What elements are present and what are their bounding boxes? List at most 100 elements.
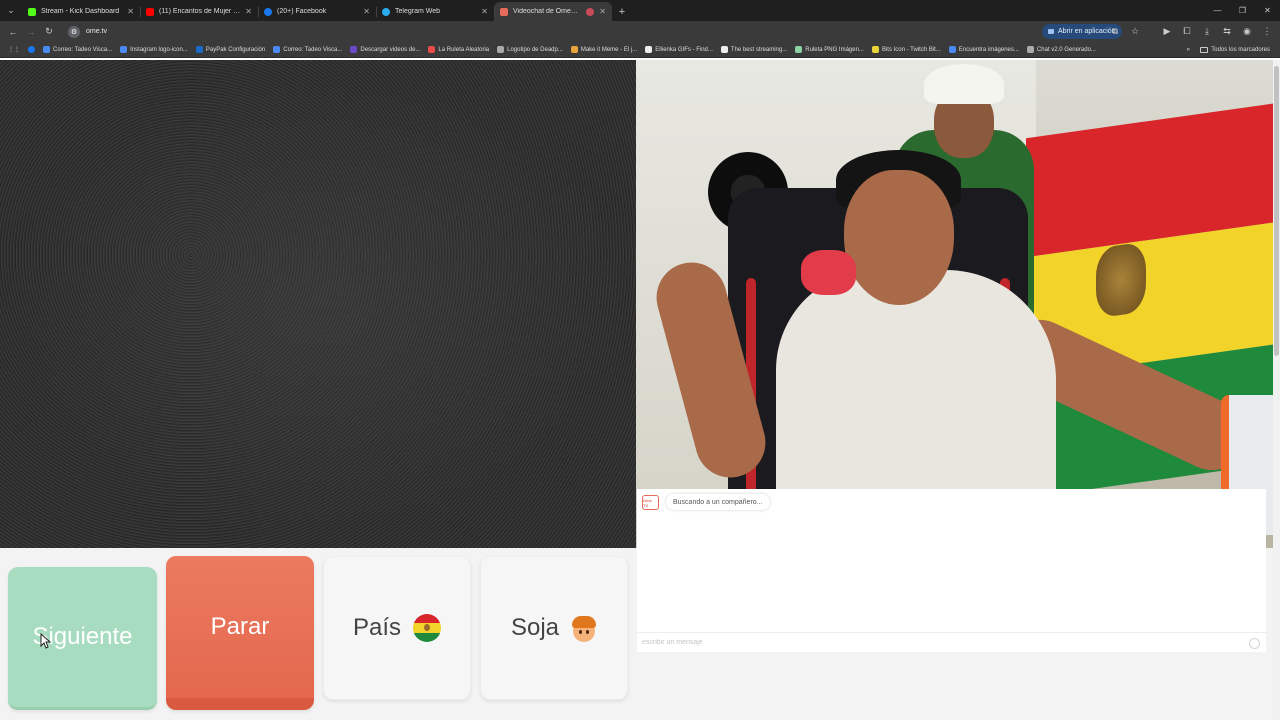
bookmark-favicon <box>948 46 956 53</box>
gender-button[interactable]: Soja <box>480 556 628 700</box>
address-bar[interactable]: ⚙ ome.tv <box>64 23 1090 40</box>
bookmark-label: Bits Icon - Twitch Bit... <box>881 46 941 53</box>
close-tab-icon[interactable]: ✕ <box>363 7 370 16</box>
bookmark-item[interactable]: Instagram logo-icon... <box>116 43 192 57</box>
tab-search-icon[interactable]: ⌄ <box>0 0 22 21</box>
bookmark-item[interactable]: Descargar videos de... <box>346 43 424 57</box>
close-window-icon[interactable]: ✕ <box>1255 0 1280 21</box>
bookmark-item[interactable]: Correo: Tadeo Visca... <box>39 43 116 57</box>
bookmark-label: The best streaming... <box>730 46 788 53</box>
stop-button[interactable]: Parar <box>166 556 314 710</box>
bookmark-label: Ruleta PNG Imágen... <box>805 46 864 53</box>
bookmark-favicon <box>1026 46 1034 53</box>
bookmarks-bar: ⋮⋮ Correo: Tadeo Visca... Instagram logo… <box>0 42 1280 58</box>
close-tab-icon[interactable]: ✕ <box>127 7 134 16</box>
bookmark-item[interactable]: The best streaming... <box>717 43 791 57</box>
media-icon[interactable] <box>1146 23 1156 40</box>
bookmark-label: Descargar videos de... <box>360 46 421 53</box>
bookmark-item[interactable]: Logotipo de Deadp... <box>493 43 567 57</box>
scrollbar-thumb[interactable] <box>1274 66 1279 356</box>
country-button[interactable]: País <box>323 556 471 700</box>
close-tab-icon[interactable]: ✕ <box>481 7 488 16</box>
message-input[interactable] <box>642 639 1232 646</box>
forward-icon[interactable]: → <box>22 23 40 41</box>
own-video-static <box>0 60 636 548</box>
face-picture <box>844 170 954 305</box>
tab-kick[interactable]: Stream - Kick Dashboard ✕ <box>22 2 140 21</box>
bookmark-item[interactable]: Ruleta PNG Imágen... <box>791 43 868 57</box>
stop-label: Parar <box>210 613 270 640</box>
bookmark-label: La Ruleta Aleatoria <box>438 46 490 53</box>
bookmark-label: Instagram logo-icon... <box>130 46 188 53</box>
bookmark-item[interactable]: PayPak Configuración <box>192 43 269 57</box>
bookmark-item[interactable]: Make it Meme - El j... <box>567 43 641 57</box>
download-icon[interactable]: ⤓ <box>1198 23 1216 40</box>
chat-panel: Ome TV Buscando a un compañero... <box>637 489 1266 651</box>
folder-icon <box>1200 47 1209 53</box>
close-tab-icon[interactable]: ✕ <box>599 7 606 16</box>
bookmark-label: Encuentra imágenes... <box>958 46 1019 53</box>
app-icon <box>1048 29 1054 34</box>
bookmark-label: Correo: Tadeo Visca... <box>53 46 113 53</box>
bookmark-favicon <box>350 46 358 53</box>
facebook-icon <box>264 7 272 16</box>
apps-icon[interactable]: ⋮⋮ <box>4 43 24 57</box>
recording-icon <box>586 7 595 16</box>
bookmark-label: Correo: Tadeo Visca... <box>283 46 343 53</box>
bookmark-favicon <box>43 46 50 53</box>
all-bookmarks-label: Todos los marcadores <box>1211 47 1270 53</box>
bookmark-favicon <box>795 46 803 53</box>
browser-toolbar: ← → ↻ ⚙ ome.tv Abrir en aplicación ⧉ ☆ ▶… <box>0 21 1280 42</box>
tab-youtube[interactable]: (11) Encantos de Mujer (Radio ✕ <box>140 2 258 21</box>
next-button[interactable]: Siguiente <box>8 567 157 710</box>
maximize-icon[interactable]: ❐ <box>1230 0 1255 21</box>
tab-ometv[interactable]: Videochat de OmeTV: una ✕ <box>494 2 612 21</box>
reload-icon[interactable]: ↻ <box>40 23 58 41</box>
star-icon[interactable]: ☆ <box>1126 23 1144 40</box>
translate-icon[interactable]: ⧉ <box>1106 23 1124 40</box>
bookmark-item[interactable]: Correo: Tadeo Visca... <box>269 43 346 57</box>
fist-picture <box>801 250 856 295</box>
page-scrollbar[interactable] <box>1273 60 1280 720</box>
bookmark-favicon <box>120 46 128 53</box>
site-info-icon[interactable]: ⚙ <box>68 25 80 38</box>
bookmark-item[interactable] <box>24 43 39 57</box>
back-icon[interactable]: ← <box>4 23 22 41</box>
tab-title: Videochat de OmeTV: una <box>513 8 582 15</box>
tab-facebook[interactable]: (20+) Facebook ✕ <box>258 2 376 21</box>
chat-input-bar <box>637 632 1266 652</box>
minimize-icon[interactable]: — <box>1205 0 1230 21</box>
new-tab-button[interactable]: + <box>612 2 632 21</box>
tabs-icon[interactable]: ⇆ <box>1218 23 1236 40</box>
ometv-logo-icon: Ome TV <box>642 495 659 510</box>
hat-picture <box>924 64 1004 104</box>
bookmark-label: Make it Meme - El j... <box>580 46 638 53</box>
country-label: País <box>352 614 402 641</box>
more-bookmarks-icon[interactable]: » <box>1183 43 1194 57</box>
bookmark-label: Chat v2.0 Generado... <box>1036 46 1096 53</box>
tab-telegram[interactable]: Telegram Web ✕ <box>376 2 494 21</box>
all-bookmarks-button[interactable]: Todos los marcadores <box>1196 43 1274 57</box>
ometv-icon <box>500 7 508 16</box>
address-text: ome.tv <box>86 28 108 35</box>
tab-title: (11) Encantos de Mujer (Radio <box>159 8 241 15</box>
bookmark-favicon <box>871 46 879 53</box>
bookmark-item[interactable]: La Ruleta Aleatoria <box>424 43 493 57</box>
tab-title: (20+) Facebook <box>277 8 327 15</box>
tab-title: Stream - Kick Dashboard <box>41 8 120 15</box>
youtube-icon <box>146 7 154 16</box>
close-tab-icon[interactable]: ✕ <box>245 7 252 16</box>
bookmark-favicon <box>720 46 728 53</box>
extensions-icon[interactable]: ⧠ <box>1178 23 1196 40</box>
bookmark-favicon <box>645 46 653 53</box>
bookmark-favicon <box>570 46 578 53</box>
bookmark-item[interactable]: Bits Icon - Twitch Bit... <box>868 43 945 57</box>
emoji-icon[interactable] <box>1249 638 1260 649</box>
bookmark-item[interactable]: Encuentra imágenes... <box>945 43 1023 57</box>
play-icon[interactable]: ▶ <box>1158 23 1176 40</box>
gender-label: Soja <box>510 614 560 641</box>
menu-icon[interactable]: ⋮ <box>1258 23 1276 40</box>
profile-icon[interactable]: ◉ <box>1238 23 1256 40</box>
bookmark-item[interactable]: Ellienka GIFs - Find... <box>641 43 717 57</box>
bookmark-item[interactable]: Chat v2.0 Generado... <box>1023 43 1100 57</box>
